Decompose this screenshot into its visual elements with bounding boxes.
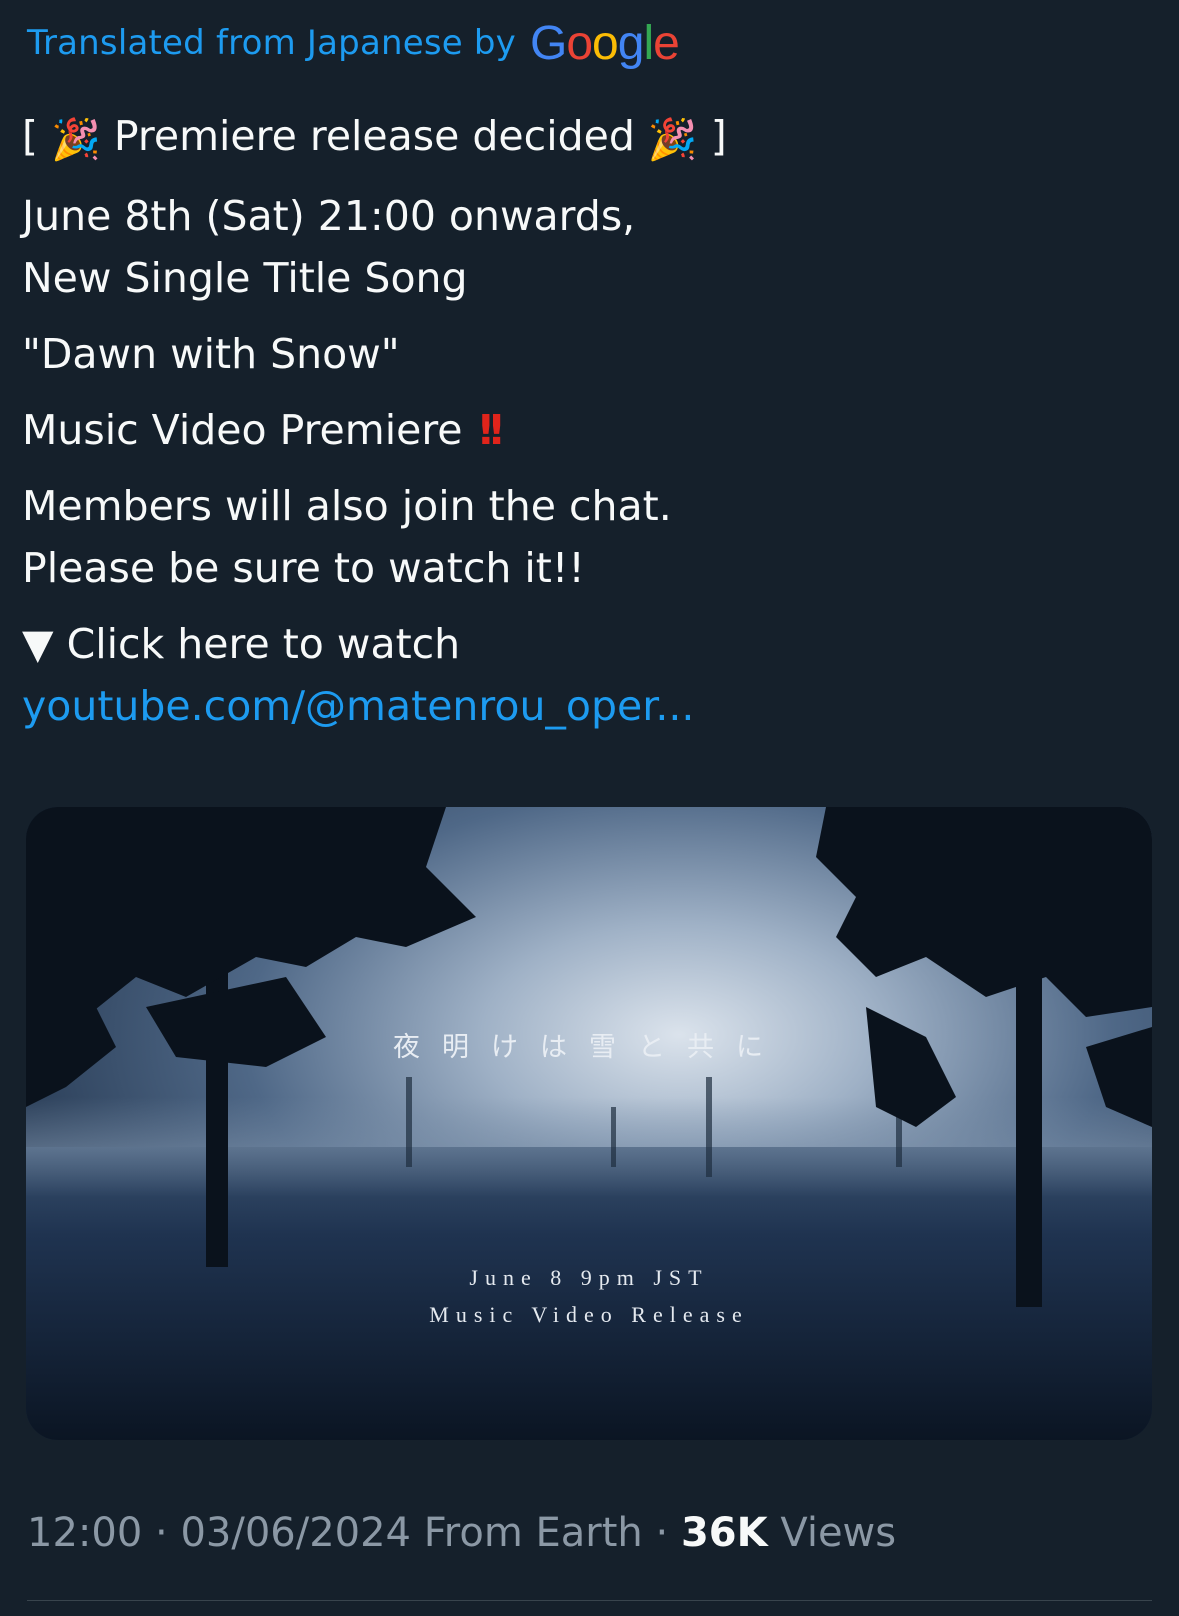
google-logo: G o o g l e	[530, 16, 680, 71]
google-logo-letter: o	[592, 16, 619, 70]
views-label: Views	[780, 1510, 897, 1556]
tweet-line-click: ▼ Click here to watch	[22, 620, 461, 668]
tweet-line-single: New Single Title Song	[22, 254, 468, 302]
google-logo-letter: o	[566, 16, 593, 70]
youtube-link[interactable]: youtube.com/@matenrou_oper...	[22, 682, 694, 730]
google-logo-letter: l	[643, 16, 654, 70]
tweet-line-song-title: "Dawn with Snow"	[22, 330, 400, 378]
tweet-paragraph-date: June 8th (Sat) 21:00 onwards, New Single…	[22, 185, 1152, 309]
views-count: 36K	[680, 1510, 768, 1556]
snowy-forest-image	[26, 807, 1152, 1440]
media-release-date: June 8 9pm JST	[469, 1265, 709, 1290]
tweet-paragraph-premiere: Music Video Premiere!!	[22, 399, 1152, 461]
divider	[27, 1600, 1152, 1601]
google-logo-letter: G	[530, 16, 567, 70]
media-jp-title: 夜明けは雪と共に	[393, 1032, 785, 1063]
tweet-metadata: 12:00 · 03/06/2024 From Earth · 36K View…	[27, 1510, 896, 1556]
party-popper-icon: 🎉	[647, 117, 698, 163]
meta-separator: ·	[155, 1510, 168, 1556]
tweet-text: [ 🎉 Premiere release decided 🎉 ] June 8t…	[22, 105, 1152, 751]
translated-by-google[interactable]: Translated from Japanese by G o o g l e	[27, 14, 680, 72]
tweet-time[interactable]: 12:00	[27, 1510, 142, 1556]
tweet-date[interactable]: 03/06/2024	[180, 1510, 411, 1556]
heading-text: Premiere release decided	[113, 112, 635, 160]
tweet-paragraph-link: ▼ Click here to watch youtube.com/@maten…	[22, 613, 1152, 737]
tweet-line-premiere: Music Video Premiere	[22, 406, 463, 454]
google-logo-letter: e	[653, 16, 680, 70]
translation-label: Translated from Japanese by	[27, 23, 516, 63]
google-logo-letter: g	[617, 16, 645, 70]
tweet-paragraph-chat: Members will also join the chat. Please …	[22, 475, 1152, 599]
tweet-line-members: Members will also join the chat.	[22, 482, 672, 530]
tweet-line-heading: [ 🎉 Premiere release decided 🎉 ]	[22, 105, 1152, 171]
bracket-close: ]	[710, 112, 727, 160]
meta-separator: ·	[655, 1510, 669, 1556]
tweet-source: From Earth	[423, 1510, 643, 1556]
media-image[interactable]: 夜明けは雪と共に June 8 9pm JST Music Video Rele…	[26, 807, 1152, 1440]
tweet-line-watch: Please be sure to watch it!!	[22, 544, 585, 592]
bracket-open: [	[22, 112, 38, 160]
tweet-line-date: June 8th (Sat) 21:00 onwards,	[22, 192, 636, 240]
media-release-caption: Music Video Release	[429, 1302, 749, 1327]
party-popper-icon: 🎉	[51, 117, 101, 163]
double-exclamation-icon: !!	[476, 406, 507, 454]
